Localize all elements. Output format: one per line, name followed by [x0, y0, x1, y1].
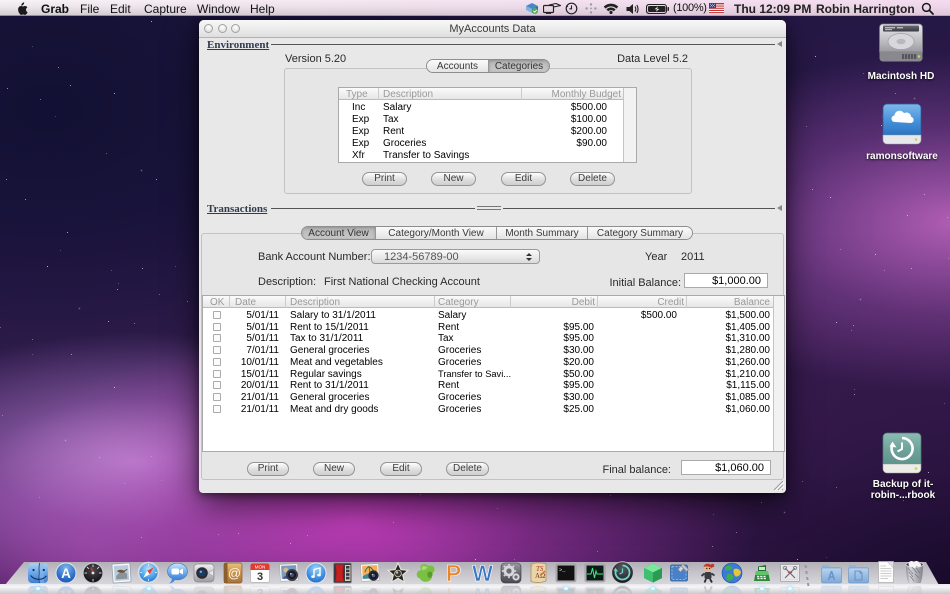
svg-text:3: 3: [257, 571, 263, 583]
svg-text:P: P: [446, 562, 461, 584]
svg-text:A: A: [61, 566, 71, 581]
svg-text:W: W: [472, 562, 493, 584]
svg-text:@: @: [228, 566, 241, 581]
svg-text:MON: MON: [255, 565, 266, 570]
svg-text:>_: >_: [559, 567, 566, 574]
